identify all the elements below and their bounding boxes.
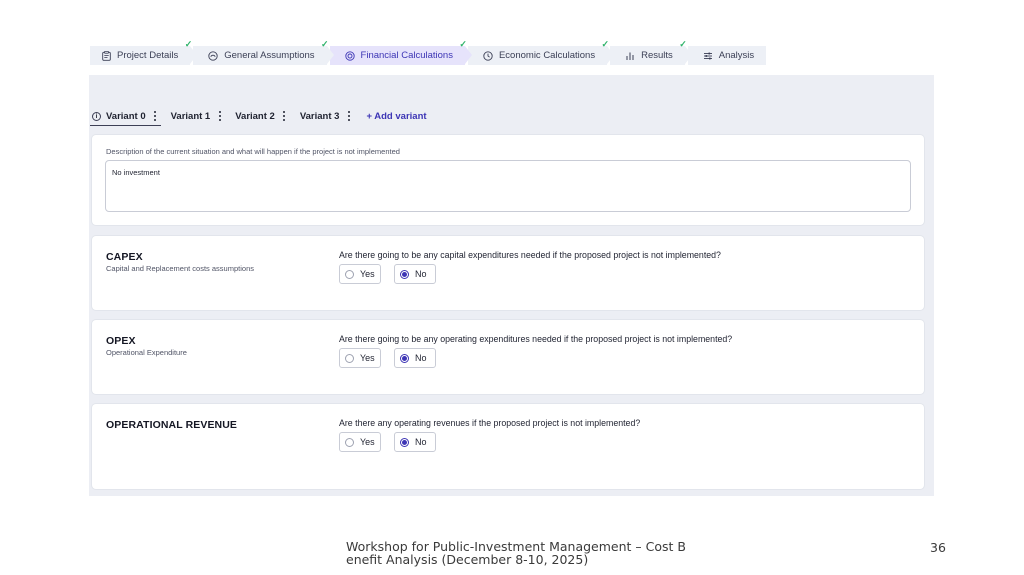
progress-stepper: Project Details ✓ General Assumptions ✓ …: [90, 40, 769, 65]
opex-card: OPEX Operational Expenditure Are there g…: [92, 320, 924, 394]
kebab-menu-icon[interactable]: [347, 111, 351, 121]
page-number: 36: [930, 540, 946, 555]
step-label: Results: [641, 50, 673, 61]
slide-footer: Workshop for Public-Investment Managemen…: [346, 539, 686, 567]
tab-label: Variant 2: [235, 110, 275, 122]
radio-label: Yes: [360, 437, 375, 447]
radio-unchecked-icon: [345, 353, 354, 363]
radio-checked-icon: [400, 437, 409, 447]
section-title: OPEX: [106, 335, 136, 347]
check-icon: ✓: [679, 39, 687, 49]
step-label: General Assumptions: [224, 50, 315, 61]
description-card: Description of the current situation and…: [92, 135, 924, 225]
main-panel: i Variant 0 Variant 1 Variant 2 Variant …: [89, 75, 934, 496]
tab-label: Variant 1: [170, 110, 211, 122]
check-icon: ✓: [321, 39, 329, 49]
coin-icon: [344, 50, 355, 61]
radio-label: Yes: [360, 269, 375, 279]
radio-unchecked-icon: [345, 269, 354, 279]
operational-revenue-card: OPERATIONAL REVENUE Are there any operat…: [92, 404, 924, 489]
section-title: CAPEX: [106, 251, 143, 263]
variant-tabs: i Variant 0 Variant 1 Variant 2 Variant …: [90, 108, 427, 126]
section-question: Are there going to be any operating expe…: [339, 334, 733, 344]
tab-label: Variant 3: [299, 110, 340, 122]
kebab-menu-icon[interactable]: [218, 111, 221, 121]
info-icon: i: [92, 111, 101, 121]
check-icon: ✓: [184, 39, 193, 49]
tab-variant-0[interactable]: i Variant 0: [90, 108, 161, 126]
radio-unchecked-icon: [345, 437, 354, 447]
add-variant-button[interactable]: + Add variant: [366, 111, 426, 122]
capex-card: CAPEX Capital and Replacement costs assu…: [92, 236, 924, 310]
sliders-icon: [703, 51, 713, 61]
description-textarea[interactable]: No investment: [105, 160, 911, 212]
section-question: Are there going to be any capital expend…: [339, 250, 721, 260]
step-label: Financial Calculations: [360, 50, 453, 61]
radio-group: Yes No: [339, 264, 436, 284]
check-icon: ✓: [601, 39, 610, 49]
step-financial-calculations[interactable]: Financial Calculations ✓: [329, 40, 473, 65]
radio-no[interactable]: No: [394, 348, 436, 368]
step-results[interactable]: Results ✓: [610, 40, 692, 65]
section-title: OPERATIONAL REVENUE: [106, 419, 238, 431]
radio-yes[interactable]: Yes: [339, 432, 381, 452]
section-subtitle: Operational Expenditure: [106, 348, 187, 357]
radio-group: Yes No: [339, 432, 436, 452]
radio-label: No: [415, 353, 427, 363]
kebab-menu-icon[interactable]: [153, 111, 157, 121]
gauge-icon: [208, 50, 218, 61]
step-analysis[interactable]: Analysis: [687, 46, 767, 65]
radio-checked-icon: [400, 353, 409, 363]
radio-label: No: [415, 437, 427, 447]
section-question: Are there any operating revenues if the …: [339, 418, 641, 428]
radio-checked-icon: [400, 269, 409, 279]
tab-variant-2[interactable]: Variant 2: [235, 108, 286, 124]
step-general-assumptions[interactable]: General Assumptions ✓: [193, 40, 334, 65]
radio-no[interactable]: No: [394, 264, 436, 284]
bar-chart-icon: [625, 51, 635, 61]
radio-yes[interactable]: Yes: [339, 348, 381, 368]
tab-variant-1[interactable]: Variant 1: [171, 108, 222, 124]
tab-variant-3[interactable]: Variant 3: [300, 108, 351, 124]
step-economic-calculations[interactable]: Economic Calculations ✓: [467, 40, 615, 65]
step-label: Analysis: [718, 50, 755, 61]
description-label: Description of the current situation and…: [106, 147, 400, 156]
step-label: Project Details: [117, 50, 179, 61]
radio-label: Yes: [360, 353, 375, 363]
radio-group: Yes No: [339, 348, 436, 368]
radio-label: No: [415, 269, 427, 279]
tab-label: Variant 0: [106, 110, 146, 122]
step-label: Economic Calculations: [498, 50, 596, 61]
radio-yes[interactable]: Yes: [339, 264, 381, 284]
clock-icon: [483, 50, 493, 61]
clipboard-icon: [101, 50, 111, 61]
check-icon: ✓: [459, 39, 467, 49]
kebab-menu-icon[interactable]: [283, 111, 286, 121]
radio-no[interactable]: No: [394, 432, 436, 452]
step-project-details[interactable]: Project Details ✓: [90, 40, 198, 65]
section-subtitle: Capital and Replacement costs assumption…: [106, 264, 254, 273]
